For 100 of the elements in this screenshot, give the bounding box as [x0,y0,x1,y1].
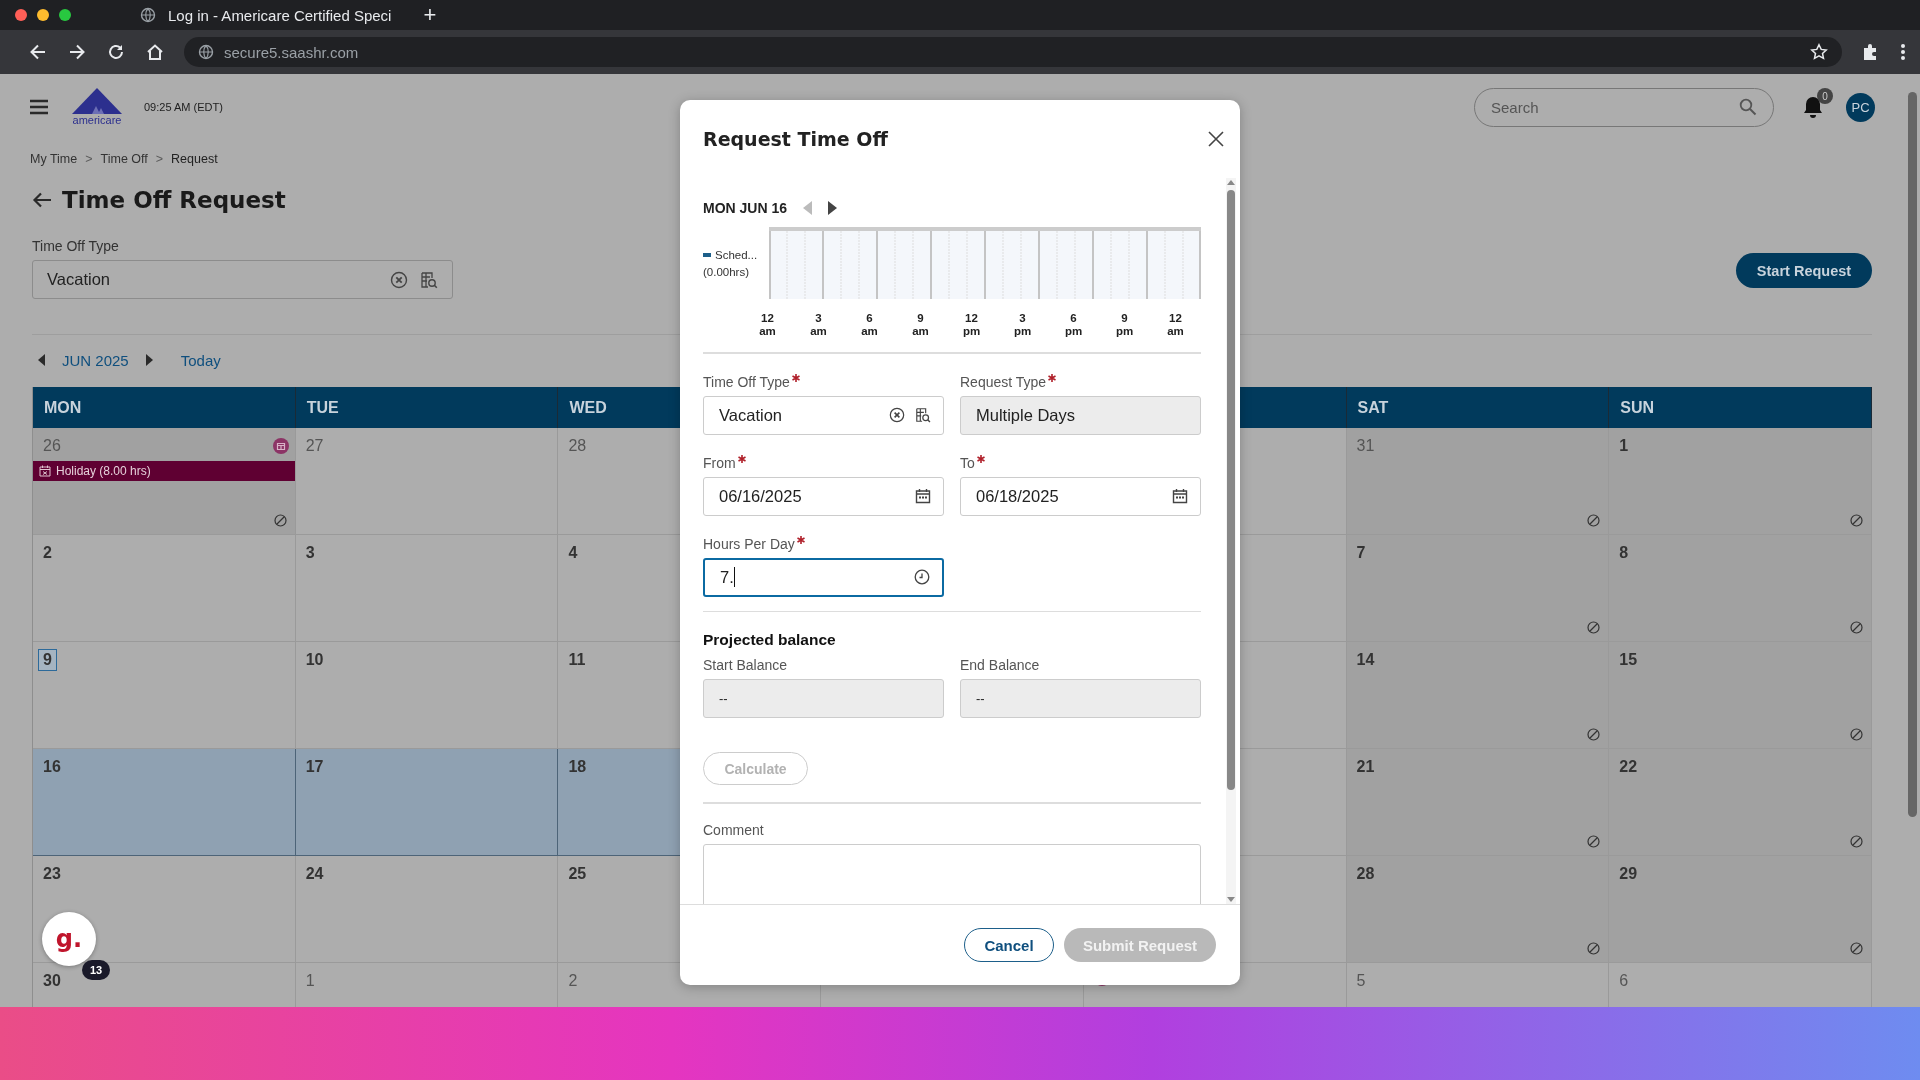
back-arrow-icon[interactable] [32,192,52,208]
scroll-down-icon[interactable] [1226,896,1236,902]
close-window-icon[interactable] [15,9,27,21]
unavailable-icon [1850,621,1863,634]
day-number: 30 [42,971,62,991]
lookup-icon[interactable] [915,407,931,424]
dialog-scrollbar[interactable] [1226,178,1236,904]
readonly-field: -- [703,679,944,719]
time-tick-label: 3 pm [1012,312,1033,339]
day-number: 27 [304,436,325,456]
day-number: 21 [1355,757,1376,777]
calendar-day-cell[interactable]: 29 [1609,856,1872,963]
lookup-field[interactable]: Vacation [32,260,453,299]
lookup-field[interactable]: Vacation [703,395,944,435]
date-field[interactable]: 06/16/2025 [703,476,944,516]
bell-icon[interactable] [1802,95,1824,119]
field-label: Comment [703,821,764,838]
time-tick-label: 12 am [758,312,777,339]
next-day-icon[interactable] [828,201,838,215]
address-bar[interactable]: secure5.saashr.com [184,37,1842,67]
time-tick-label: 12 pm [961,312,982,339]
calendar-icon[interactable] [1172,488,1188,505]
hours-field[interactable]: 7. [703,557,944,597]
back-icon[interactable] [28,42,48,62]
calendar-day-cell[interactable]: 8 [1609,535,1872,642]
clear-icon[interactable] [390,270,408,289]
breadcrumb-link[interactable]: Time Off [100,152,148,166]
weekday-header: SUN [1609,387,1872,428]
clear-icon[interactable] [889,407,905,424]
calendar-day-cell[interactable]: 27 [295,428,559,535]
date-field[interactable]: 06/18/2025 [960,476,1201,516]
menu-icon[interactable] [1900,43,1906,61]
calendar-day-cell[interactable]: 16 [33,749,296,856]
holiday-event-bar[interactable]: Holiday (8.00 hrs) [33,461,295,481]
time-tick-label: 9 pm [1114,312,1135,339]
calendar-day-cell[interactable]: 24 [295,856,559,963]
legend-swatch-icon [703,252,711,257]
start-request-button[interactable]: Start Request [1736,253,1872,288]
calendar-day-cell[interactable]: 31 [1346,428,1610,535]
cancel-button[interactable]: Cancel [964,928,1054,962]
forward-icon[interactable] [67,42,87,62]
browser-tab[interactable]: Log in - Americare Certified Speci [96,2,406,28]
calendar-day-cell[interactable]: 17 [295,749,559,856]
readonly-field[interactable]: Multiple Days [960,395,1201,435]
next-month-icon[interactable] [144,354,153,366]
day-number: 3 [304,543,316,563]
calendar-day-cell[interactable]: 1 [1609,428,1872,535]
day-number: 15 [1618,650,1639,670]
time-tick-label: 6 am [860,312,879,339]
day-number: 16 [42,757,62,777]
site-info-icon[interactable] [198,44,214,60]
unavailable-icon [1587,835,1601,848]
section-heading: Projected balance [703,631,837,650]
month-link[interactable]: JUN 2025 [62,351,129,369]
home-icon[interactable] [145,42,165,62]
minimize-window-icon[interactable] [37,9,49,21]
calendar-day-cell[interactable]: 10 [295,642,559,749]
unavailable-icon [1850,835,1863,848]
calendar-day-cell[interactable]: 3 [295,535,559,642]
calendar-day-cell[interactable]: 14 [1346,642,1610,749]
close-icon[interactable] [1208,131,1224,147]
day-number: 31 [1355,436,1376,456]
lookup-icon[interactable] [420,270,438,289]
unavailable-icon [1587,942,1601,955]
calendar-day-cell[interactable]: 7 [1346,535,1610,642]
calendar-day-cell[interactable]: 9 [33,642,296,749]
calendar-icon[interactable] [915,488,931,505]
new-tab-button[interactable]: + [423,4,437,26]
dialog-title: Request Time Off [703,128,888,150]
field-label: Start Balance [703,657,788,674]
field-label: Time Off Type [703,373,790,390]
calendar-day-cell[interactable]: 28 [1346,856,1610,963]
calendar-day-cell[interactable]: 26 Holiday (8.00 hrs) [33,428,296,535]
bookmark-star-icon[interactable] [1810,43,1828,61]
day-number: 24 [304,864,325,884]
today-link[interactable]: Today [180,351,221,369]
previous-month-icon[interactable] [38,354,46,366]
reload-icon[interactable] [106,42,126,62]
weekday-header: MON [33,387,296,428]
day-number: 11 [567,650,587,670]
breadcrumb-link[interactable]: My Time [30,152,78,166]
calendar-day-cell[interactable]: 21 [1346,749,1610,856]
calendar-day-cell[interactable]: 22 [1609,749,1872,856]
field-label: Hours Per Day [703,535,795,552]
calendar-day-cell[interactable]: 15 [1609,642,1872,749]
search-icon[interactable] [1739,98,1757,116]
menu-icon[interactable] [30,99,48,115]
text-cursor [733,567,736,588]
day-number: 28 [567,436,588,456]
day-number: 14 [1355,650,1376,670]
clock-icon[interactable] [914,569,930,586]
unavailable-icon [1587,728,1601,741]
maximize-window-icon[interactable] [59,9,71,21]
day-number: 25 [567,864,588,884]
scroll-up-icon[interactable] [1226,180,1236,186]
notification-badge: 0 [1817,88,1833,104]
field-label: Request Type [960,373,1047,390]
day-number: 6 [1618,971,1630,991]
calendar-day-cell[interactable]: 2 [33,535,296,642]
user-avatar[interactable]: PC [1846,92,1875,122]
